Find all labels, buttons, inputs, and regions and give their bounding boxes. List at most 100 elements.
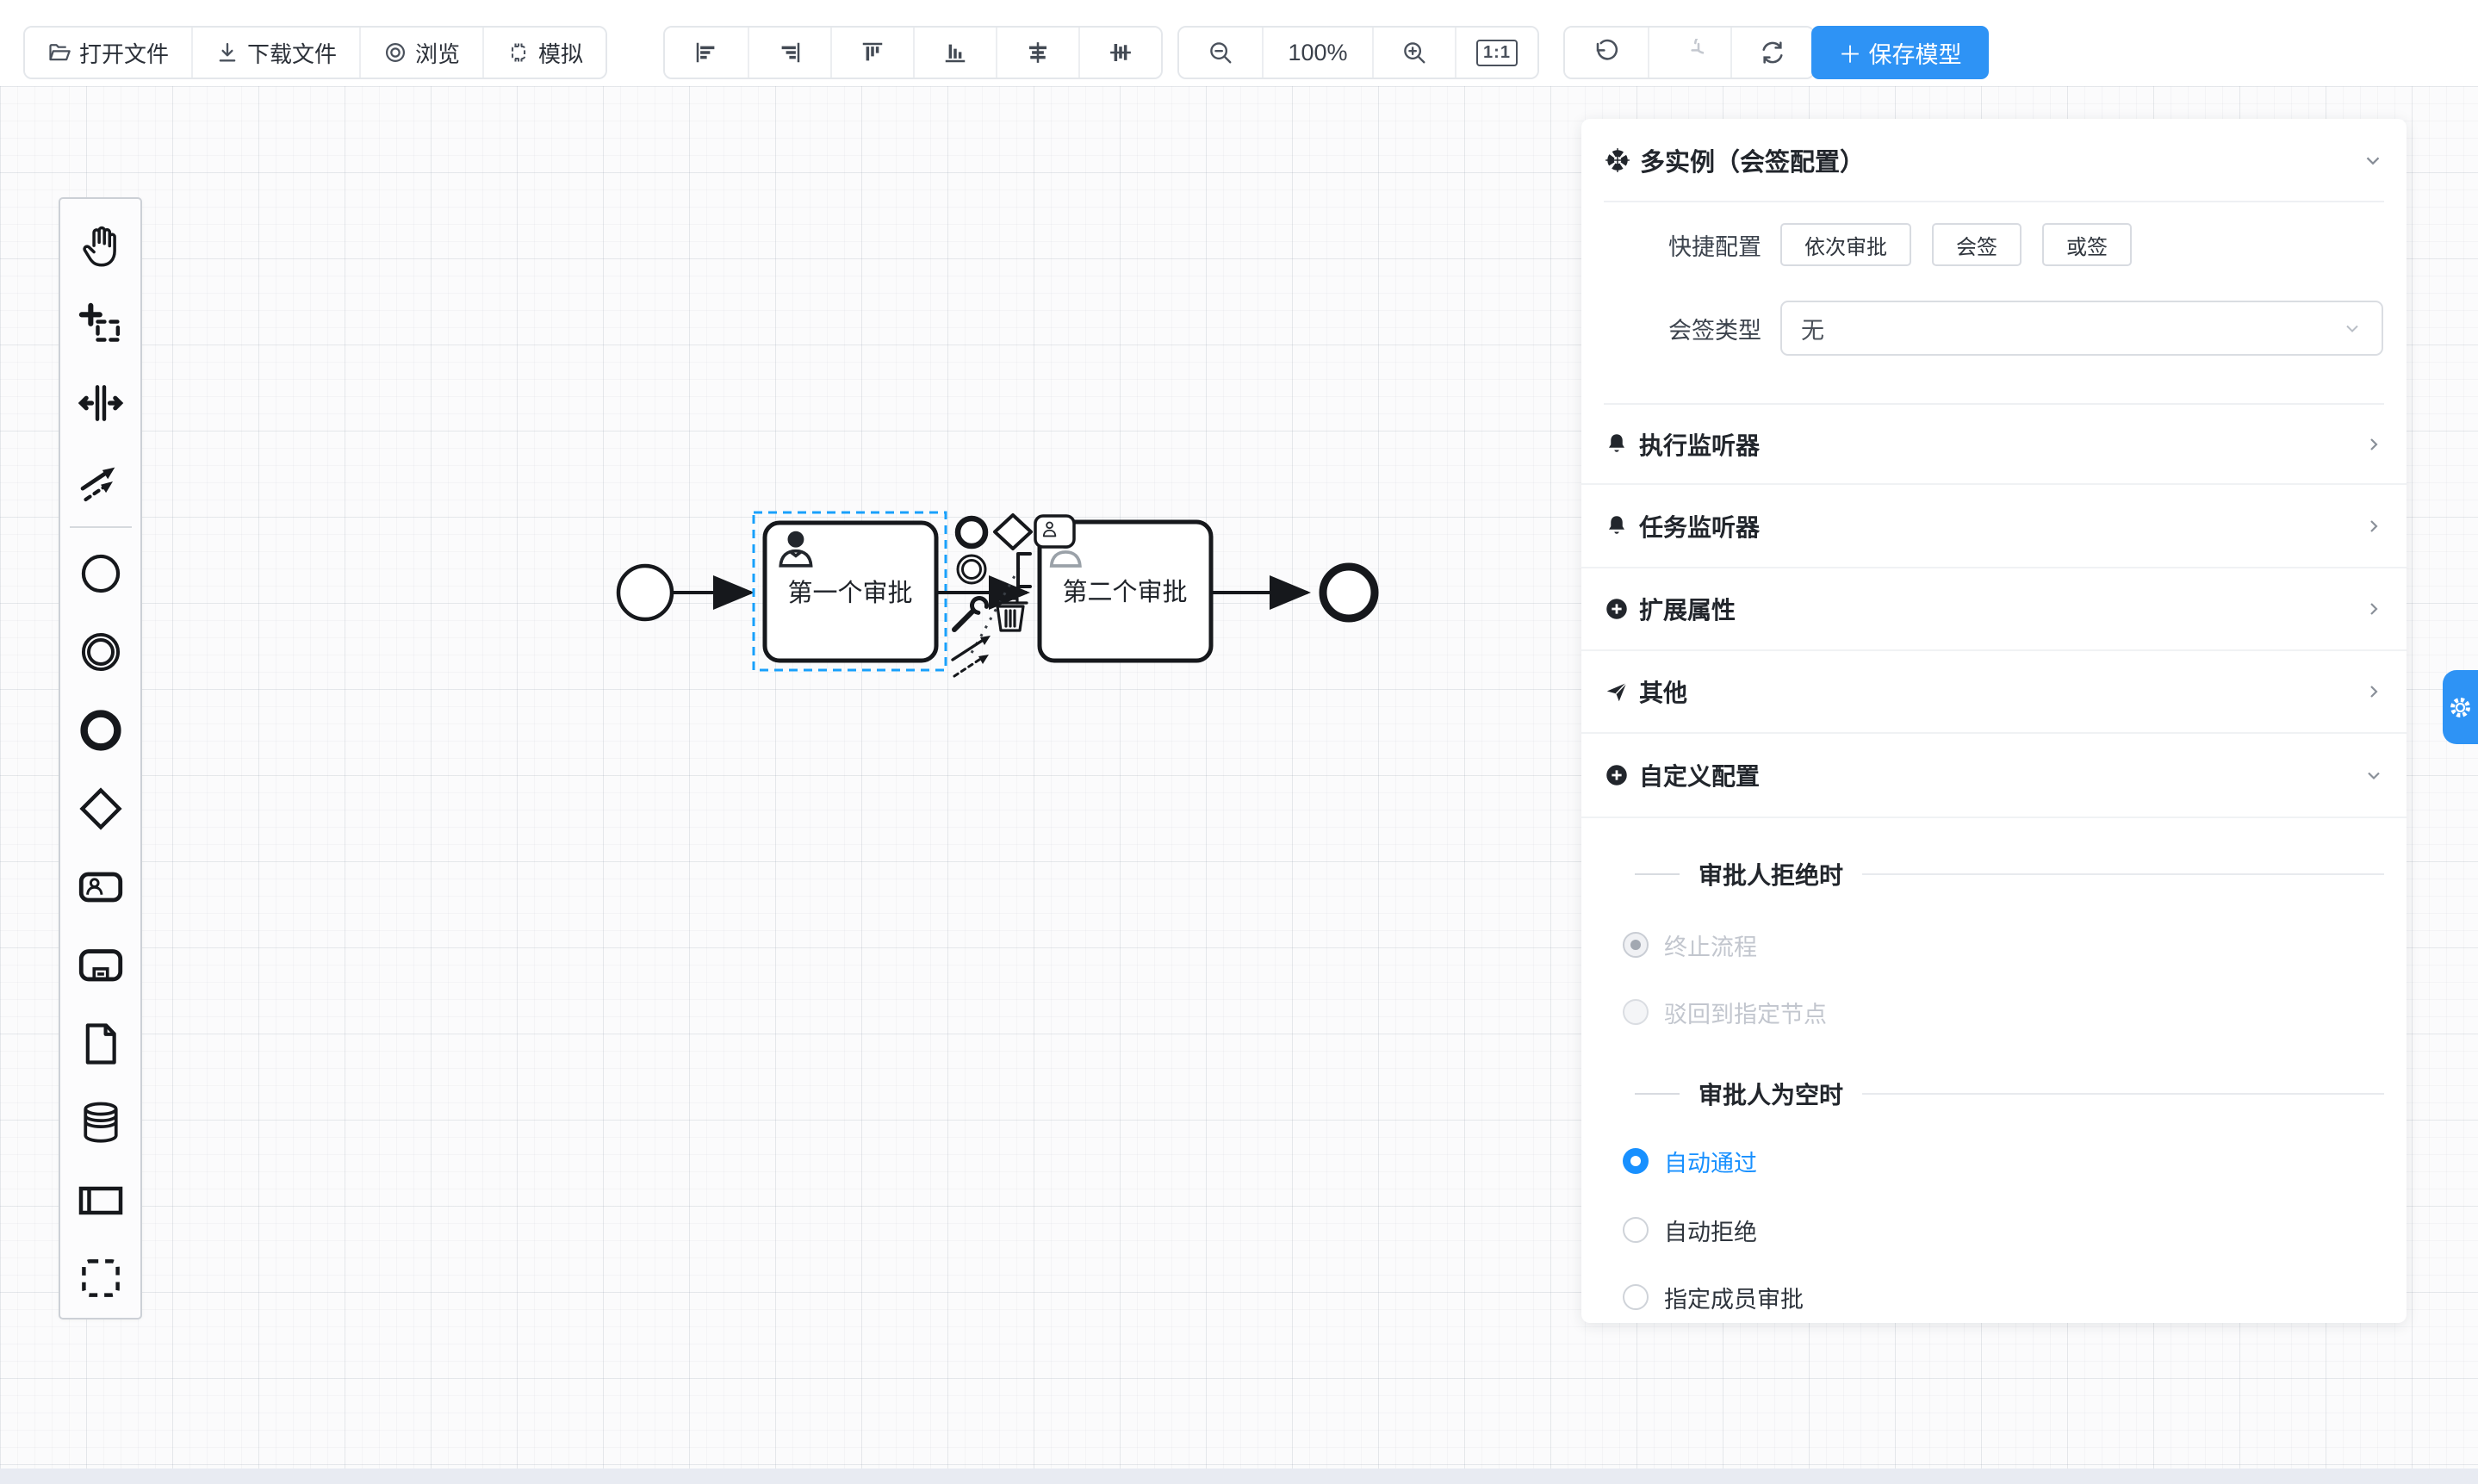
append-user-task-icon[interactable] xyxy=(1035,516,1074,547)
radio-disabled[interactable] xyxy=(1623,999,1649,1025)
gateway-icon xyxy=(77,785,125,833)
create-data-object[interactable] xyxy=(59,1004,142,1083)
create-intermediate-event[interactable] xyxy=(59,613,142,692)
open-file-button[interactable]: 打开文件 xyxy=(25,28,191,78)
toolbar: 打开文件 下载文件 浏览 模拟 xyxy=(0,0,2478,86)
create-gateway[interactable] xyxy=(59,769,142,848)
sign-type-select[interactable]: 无 xyxy=(1780,301,2383,356)
settings-tab[interactable] xyxy=(2443,670,2478,744)
section-other[interactable]: 其他 xyxy=(1581,651,2407,734)
radio-auto-pass[interactable]: 自动通过 xyxy=(1581,1135,2407,1187)
bell-icon xyxy=(1604,513,1630,539)
append-intermediate-event-icon[interactable] xyxy=(958,556,985,583)
align-left-button[interactable] xyxy=(665,28,748,78)
radio-unselected[interactable] xyxy=(1623,1217,1649,1243)
chevron-down-icon xyxy=(2342,318,2363,338)
connect-tool[interactable] xyxy=(59,443,142,521)
connect-tool-icon[interactable] xyxy=(953,636,991,676)
section-custom-config[interactable]: 自定义配置 xyxy=(1581,734,2407,818)
create-end-event[interactable] xyxy=(59,692,142,770)
align-middle-vertical-button[interactable] xyxy=(1078,28,1161,78)
zoom-group: 100% 1:1 xyxy=(1177,26,1539,79)
radio-assign-member[interactable]: 指定成员审批 xyxy=(1581,1271,2407,1323)
bpmn-designer-app: 第一个审批 第二个审批 xyxy=(0,0,2478,1484)
palette-divider xyxy=(70,526,132,528)
section-execution-listener[interactable]: 执行监听器 xyxy=(1581,405,2407,485)
open-file-label: 打开文件 xyxy=(79,37,169,69)
end-event-icon xyxy=(77,706,125,754)
reject-group-title: 审批人拒绝时 xyxy=(1699,857,1843,891)
align-center-horizontal-button[interactable] xyxy=(996,28,1078,78)
align-top-button[interactable] xyxy=(830,28,913,78)
undo-button[interactable] xyxy=(1565,28,1648,78)
radio-label: 终止流程 xyxy=(1664,928,1757,962)
section-label: 任务监听器 xyxy=(1639,509,2354,543)
refresh-button[interactable] xyxy=(1730,28,1813,78)
subprocess-icon xyxy=(76,941,126,990)
align-bottom-button[interactable] xyxy=(913,28,996,78)
start-event-icon xyxy=(77,550,125,598)
refresh-icon xyxy=(1759,39,1786,66)
space-tool[interactable] xyxy=(59,364,142,443)
radio-selected-disabled[interactable] xyxy=(1623,932,1649,958)
radio-auto-reject[interactable]: 自动拒绝 xyxy=(1581,1204,2407,1256)
radio-label: 驳回到指定节点 xyxy=(1664,996,1827,1029)
section-extended-properties[interactable]: 扩展属性 xyxy=(1581,568,2407,651)
create-data-store[interactable] xyxy=(59,1083,142,1161)
align-right-icon xyxy=(777,40,803,65)
append-text-annotation-icon[interactable] xyxy=(1018,554,1030,587)
quick-option-sequential[interactable]: 依次审批 xyxy=(1780,223,1911,266)
element-palette xyxy=(59,197,142,1319)
create-participant-pool[interactable] xyxy=(59,1161,142,1239)
align-center-horizontal-icon xyxy=(1025,40,1051,65)
end-event-node[interactable] xyxy=(1323,567,1375,618)
chevron-down-icon xyxy=(2363,765,2384,785)
chevron-down-icon[interactable] xyxy=(2362,149,2384,171)
create-user-task[interactable] xyxy=(59,848,142,926)
panel-header[interactable]: 多实例（会签配置） xyxy=(1581,119,2407,201)
hand-tool[interactable] xyxy=(59,208,142,286)
radio-unselected[interactable] xyxy=(1623,1284,1649,1310)
section-task-listener[interactable]: 任务监听器 xyxy=(1581,485,2407,568)
zoom-in-button[interactable] xyxy=(1372,28,1455,78)
delete-trash-icon[interactable] xyxy=(994,599,1027,630)
properties-panel: 多实例（会签配置） 快捷配置 依次审批 会签 或签 会签类型 无 xyxy=(1581,119,2407,1323)
create-group[interactable] xyxy=(59,1239,142,1318)
bottom-scrollbar-track[interactable] xyxy=(0,1468,2478,1484)
simulate-label: 模拟 xyxy=(538,37,583,69)
start-event-node[interactable] xyxy=(618,566,672,619)
align-top-icon xyxy=(860,40,885,65)
preview-button[interactable]: 浏览 xyxy=(359,28,482,78)
append-gateway-icon[interactable] xyxy=(995,515,1031,549)
multi-instance-icon xyxy=(1604,146,1631,174)
quick-config-row: 快捷配置 依次审批 会签 或签 xyxy=(1581,223,2407,266)
radio-selected[interactable] xyxy=(1623,1148,1649,1174)
intermediate-event-icon xyxy=(77,628,125,676)
change-type-wrench-icon[interactable] xyxy=(954,595,990,630)
create-start-event[interactable] xyxy=(59,535,142,613)
zoom-reset-button[interactable]: 1:1 xyxy=(1455,28,1537,78)
download-file-button[interactable]: 下载文件 xyxy=(191,28,359,78)
create-subprocess[interactable] xyxy=(59,926,142,1004)
simulate-button[interactable]: 模拟 xyxy=(482,28,606,78)
quick-option-countersign[interactable]: 会签 xyxy=(1932,223,2022,266)
redo-button[interactable] xyxy=(1648,28,1730,78)
append-end-event-icon[interactable] xyxy=(958,518,985,546)
lasso-tool[interactable] xyxy=(59,286,142,364)
align-left-icon xyxy=(693,40,719,65)
section-label: 执行监听器 xyxy=(1639,427,2354,462)
save-model-button[interactable]: ＋保存模型 xyxy=(1811,26,1989,79)
align-middle-vertical-icon xyxy=(1108,40,1133,65)
quick-option-orsign[interactable]: 或签 xyxy=(2042,223,2132,266)
user-task-1[interactable]: 第一个审批 xyxy=(765,523,936,661)
align-right-button[interactable] xyxy=(748,28,830,78)
radio-label: 自动拒绝 xyxy=(1664,1214,1757,1247)
zoom-out-button[interactable] xyxy=(1179,28,1262,78)
quick-config-label: 快捷配置 xyxy=(1581,228,1761,262)
chevron-right-icon xyxy=(2363,681,2384,702)
preview-icon xyxy=(383,40,407,65)
radio-return-to-node[interactable]: 驳回到指定节点 xyxy=(1581,986,2407,1038)
radio-terminate-process[interactable]: 终止流程 xyxy=(1581,919,2407,971)
chevron-right-icon xyxy=(2363,434,2384,455)
sign-type-row: 会签类型 无 xyxy=(1581,301,2407,356)
